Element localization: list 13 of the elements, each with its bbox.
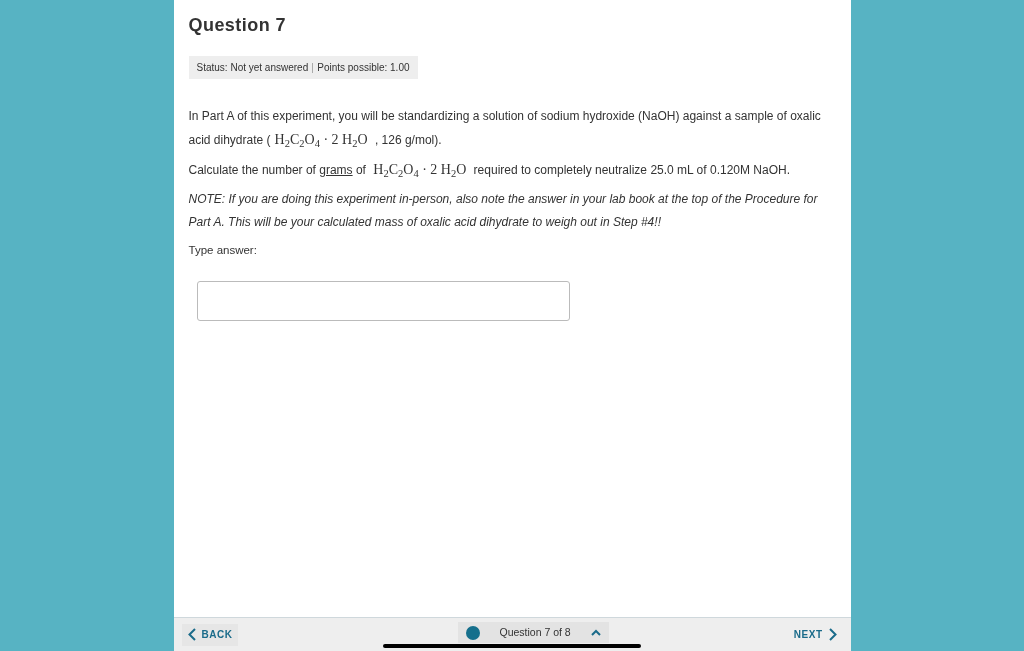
- answer-field[interactable]: [196, 281, 570, 322]
- next-button[interactable]: NEXT: [787, 623, 843, 646]
- back-button[interactable]: BACK: [181, 623, 239, 646]
- answer-label: Type answer:: [188, 243, 258, 258]
- question-paragraph: Calculate the number of grams of H$_{2}$C$_{2}$O$_{4}$ · 2 H$_{2}$O required to completely neutralize 25.0 mL of 0.120M NaOH.: [188, 161, 791, 181]
- question-title: Question 7: [188, 14, 287, 37]
- caret-up-icon: [590, 629, 601, 636]
- chevron-left-icon: [187, 628, 196, 641]
- question-paragraph: NOTE: If you are doing this experiment in-person, also note the answer in your lab book at the top of the Procedure for Part A. This will be your calculated mass of oxalic acid dihydrate to weigh out in Step #4!!: [188, 191, 819, 231]
- status-badge: Status: Not yet answered Points possible: 1.00: [188, 56, 418, 79]
- question-paragraph: In Part A of this experiment, you will be standardizing a solution of sodium hydroxide (NaOH) against a sample of oxalic acid dihydrate ( H$_{2}$C$_{2}$O$_{4}$ · 2 H$_{2}$O , 126 g/mol).: [188, 108, 822, 151]
- progress-button[interactable]: Question 7 of 8: [457, 622, 609, 643]
- chevron-right-icon: [828, 628, 837, 641]
